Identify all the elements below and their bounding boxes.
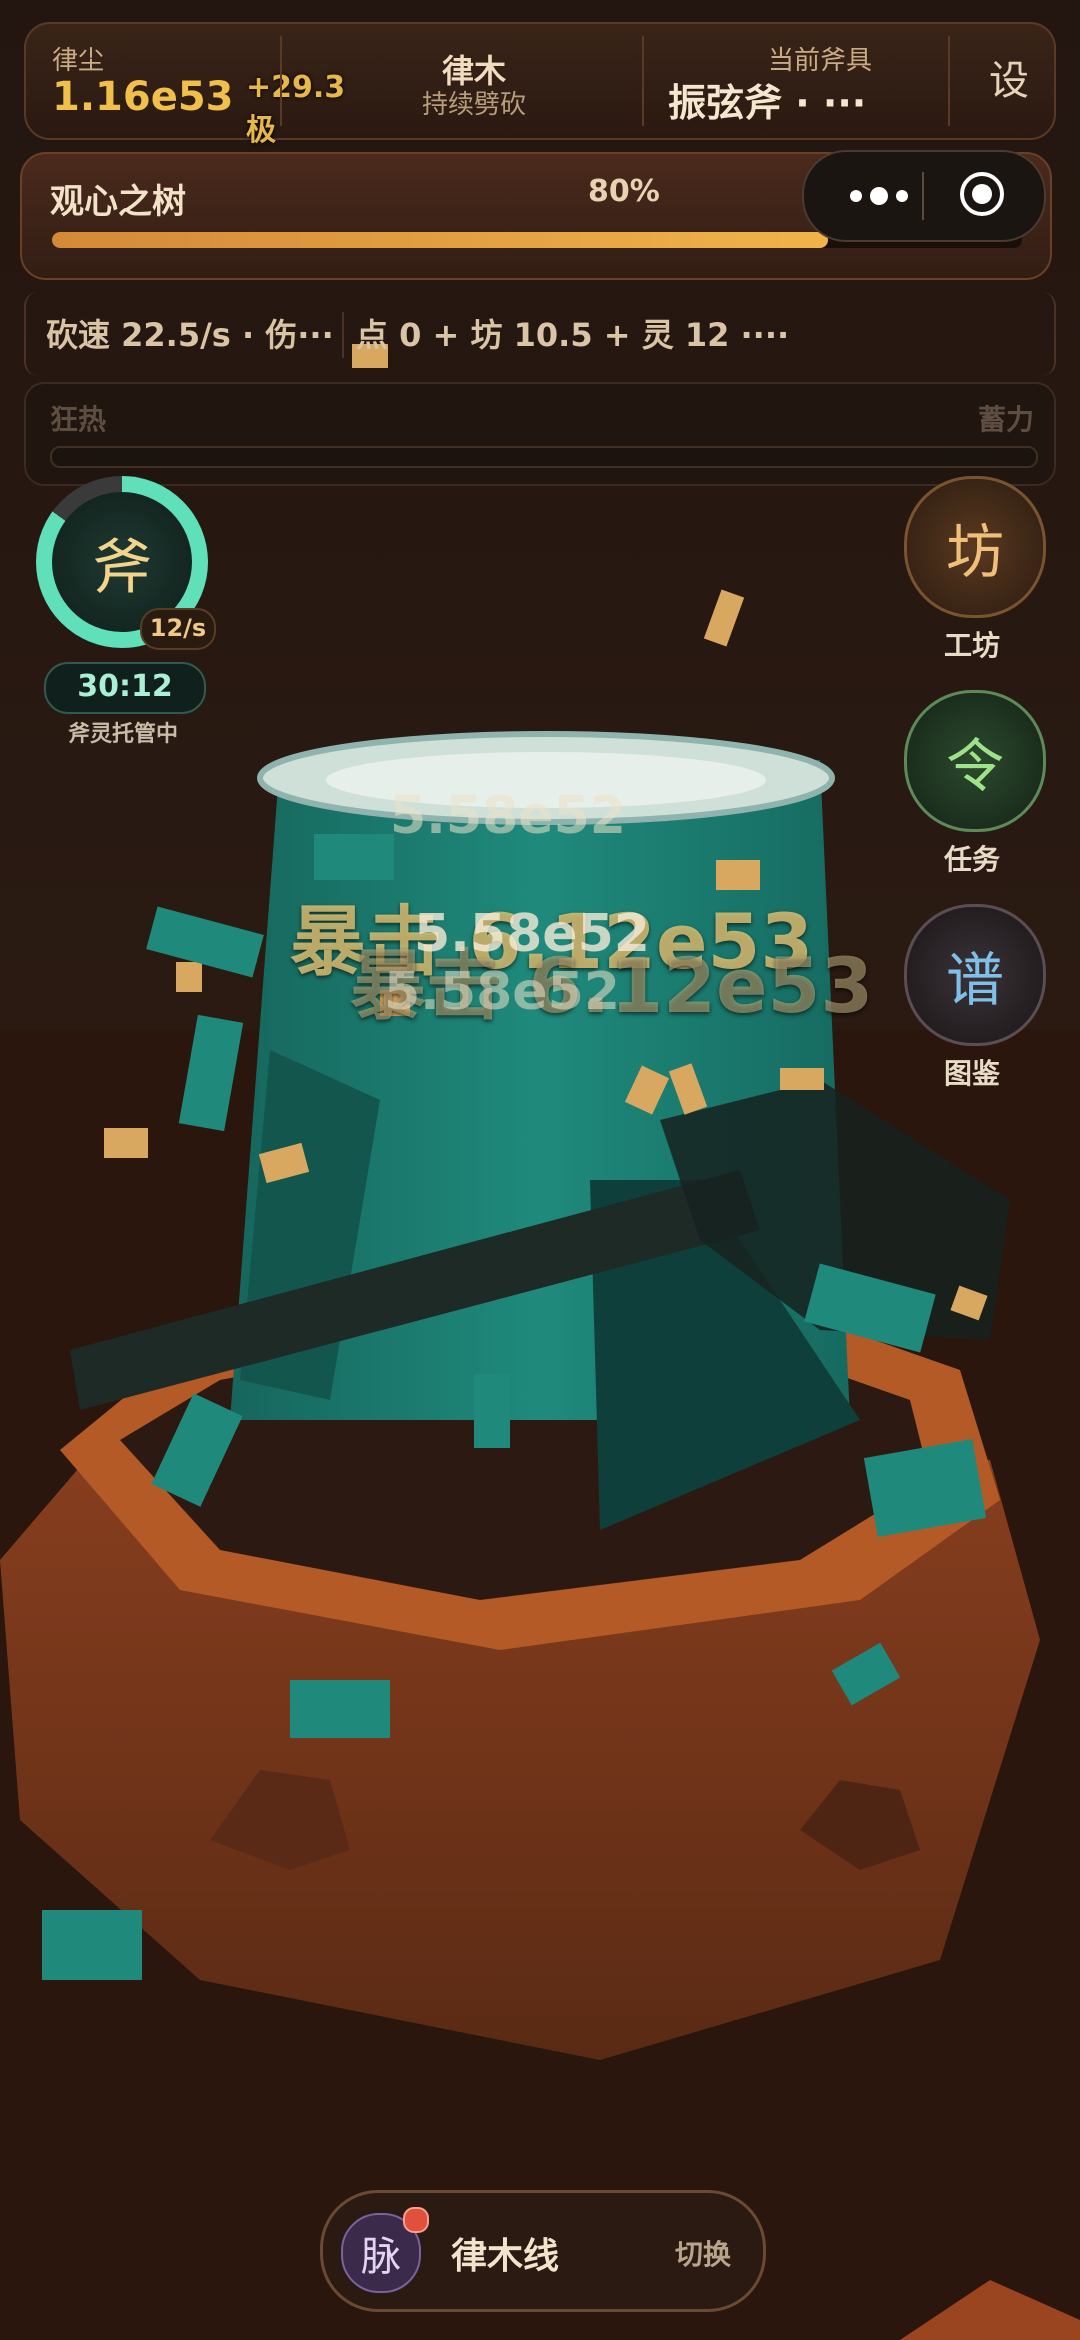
switch-button[interactable]: 切换 bbox=[675, 2233, 731, 2273]
workshop-button[interactable]: 坊 bbox=[904, 476, 1046, 618]
auto-timer: 30:12 bbox=[44, 662, 206, 714]
miniapp-capsule bbox=[802, 150, 1046, 242]
line-switch-pill[interactable]: 脉 律木线 切换 bbox=[320, 2190, 766, 2312]
wood-subtitle: 持续劈砍 bbox=[421, 90, 526, 120]
tree-progress-fill bbox=[52, 232, 828, 248]
notification-dot bbox=[403, 2207, 429, 2233]
codex-button[interactable]: 谱 bbox=[904, 904, 1046, 1046]
charge-label: 蓄力 bbox=[977, 403, 1034, 436]
more-dots-icon[interactable] bbox=[832, 174, 926, 218]
frenzy-label: 狂热 bbox=[50, 403, 107, 436]
current-axe-panel[interactable]: 当前斧具 振弦斧 · ··· bbox=[644, 24, 970, 138]
settings-button[interactable]: 设 bbox=[974, 24, 1044, 138]
workshop-label: 工坊 bbox=[943, 629, 1000, 662]
divider bbox=[342, 312, 344, 358]
damage-number: 5.58e52 bbox=[390, 786, 626, 846]
attack-speed-stat: 砍速 22.5/s · 伤··· bbox=[46, 316, 334, 354]
dust-value: 1.16e53 bbox=[52, 74, 234, 120]
damage-number: 5.58e52 bbox=[414, 904, 650, 964]
damage-number: 5.58e52 bbox=[384, 962, 620, 1022]
top-status-bar: 律尘 1.16e53 +29.3极 律木 持续劈砍 当前斧具 振弦斧 · ···… bbox=[24, 22, 1056, 148]
tree-progress-text: 80% bbox=[588, 174, 660, 209]
codex-label: 图鉴 bbox=[943, 1057, 1000, 1090]
capsule-divider bbox=[922, 172, 924, 220]
tasks-label: 任务 bbox=[943, 843, 1000, 876]
auto-status: 斧灵托管中 bbox=[67, 722, 178, 747]
stats-line: 砍速 22.5/s · 伤··· 点 0 + 坊 10.5 + 灵 12 ···… bbox=[24, 292, 1056, 376]
divider bbox=[948, 36, 950, 126]
dust-panel: 律尘 1.16e53 +29.3极 bbox=[52, 24, 345, 148]
axe-name: 振弦斧 · ··· bbox=[668, 81, 867, 125]
frenzy-track bbox=[50, 446, 1038, 468]
tree-name: 观心之树 bbox=[50, 182, 186, 222]
tasks-button[interactable]: 令 bbox=[904, 690, 1046, 832]
frenzy-panel: 狂热 蓄力 bbox=[24, 382, 1056, 486]
dust-label: 律尘 bbox=[52, 46, 105, 76]
target-circle-icon[interactable] bbox=[960, 172, 1004, 216]
damage-breakdown-stat: 点 0 + 坊 10.5 + 灵 12 ···· bbox=[356, 316, 790, 354]
line-name: 律木线 bbox=[451, 2236, 560, 2277]
wood-line-panel[interactable]: 律木 持续劈砍 bbox=[282, 24, 666, 138]
axe-rate-badge: 12/s bbox=[140, 608, 216, 650]
